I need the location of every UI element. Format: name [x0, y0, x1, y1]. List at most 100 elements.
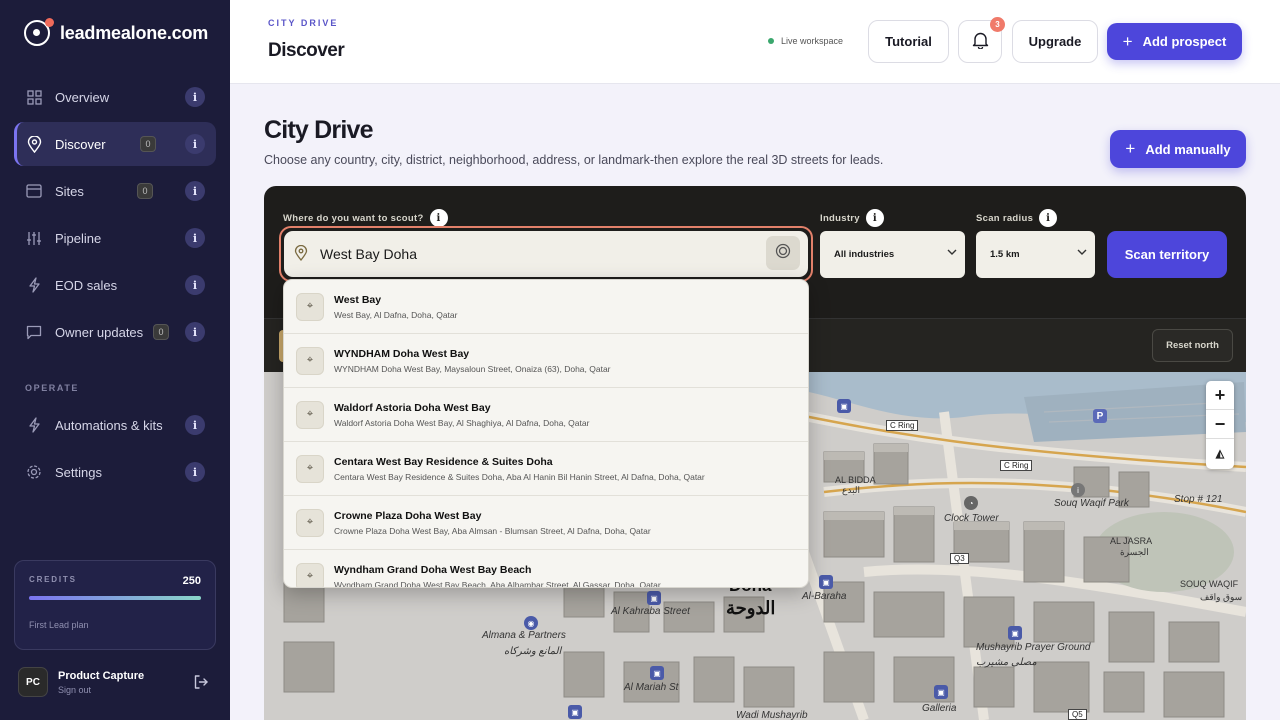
bus-stop-icon[interactable]: ▣	[568, 705, 582, 719]
radius-label-text: Scan radius	[976, 212, 1034, 224]
zoom-in-button[interactable]: +	[1206, 381, 1234, 410]
compass-icon[interactable]: ◭	[1206, 439, 1234, 468]
bus-stop-icon[interactable]: ▣	[934, 685, 948, 699]
map-pin-icon	[25, 135, 43, 153]
info-point-icon[interactable]: i	[1071, 483, 1085, 497]
info-icon[interactable]: i	[185, 275, 205, 295]
road-label: Q3	[950, 553, 969, 564]
lightning-icon	[25, 416, 43, 434]
list-item[interactable]: ⌖ WYNDHAM Doha West Bay WYNDHAM Doha West…	[284, 334, 808, 388]
location-label: Where do you want to scout? i	[283, 209, 448, 227]
location-target-icon: ⌖	[296, 346, 324, 375]
notifications-button[interactable]: 3	[958, 17, 1005, 63]
info-icon[interactable]: i	[429, 209, 448, 227]
sidebar-item-label: Owner updates	[55, 324, 144, 340]
sidebar-item-label: Automations & kits	[55, 417, 163, 433]
add-prospect-button[interactable]: + Add prospect	[1107, 23, 1242, 60]
info-icon[interactable]: i	[185, 415, 205, 435]
list-item[interactable]: ⌖ Wyndham Grand Doha West Bay Beach Wyndh…	[284, 550, 808, 587]
sidebar-item-sites[interactable]: Sites 0 i	[14, 169, 216, 213]
bus-stop-icon[interactable]: ▣	[837, 399, 851, 413]
section-title: City Drive	[264, 116, 374, 144]
map-label: Mushayrib Prayer Ground	[976, 642, 1091, 653]
list-item[interactable]: ⌖ Centara West Bay Residence & Suites Do…	[284, 442, 808, 496]
suggestion-title: Crowne Plaza Doha West Bay	[334, 509, 482, 522]
status-text: Live workspace	[781, 36, 844, 46]
radius-select[interactable]: 1.5 km	[976, 231, 1095, 278]
suggestion-title: West Bay	[334, 293, 382, 306]
industry-label-text: Industry	[820, 212, 860, 224]
info-icon[interactable]: i	[185, 228, 205, 248]
avatar: PC	[18, 667, 48, 697]
info-icon[interactable]: i	[185, 181, 205, 201]
plus-icon: +	[1122, 31, 1133, 51]
location-label-text: Where do you want to scout?	[283, 212, 424, 224]
bus-stop-icon[interactable]: ▣	[650, 666, 664, 680]
page-title: Discover	[268, 40, 345, 61]
sidebar-item-pipeline[interactable]: Pipeline i	[14, 216, 216, 260]
shopping-icon[interactable]: ◉	[524, 616, 538, 630]
user-profile[interactable]: PC Product Capture Sign out	[18, 667, 144, 697]
sidebar-item-discover[interactable]: Discover 0 i	[14, 122, 216, 166]
tutorial-button[interactable]: Tutorial	[868, 20, 949, 63]
info-icon[interactable]: i	[185, 462, 205, 482]
credits-progress-bar	[29, 596, 201, 600]
sliders-icon	[25, 229, 43, 247]
sidebar-item-overview[interactable]: Overview i	[14, 75, 216, 119]
section-label-operate: OPERATE	[25, 383, 80, 393]
map-label: SOUQ WAQIF	[1180, 579, 1239, 589]
list-item[interactable]: ⌖ Crowne Plaza Doha West Bay Crowne Plaza…	[284, 496, 808, 550]
sidebar-item-label: Sites	[55, 183, 84, 199]
bus-stop-icon[interactable]: ▣	[647, 591, 661, 605]
suggestion-subtitle: Centara West Bay Residence & Suites Doha…	[334, 471, 705, 482]
upgrade-button[interactable]: Upgrade	[1012, 20, 1098, 63]
road-label: C Ring	[1000, 460, 1033, 471]
bus-stop-icon[interactable]: ▣	[1008, 626, 1022, 640]
map-label: Wadi Mushayrib	[736, 710, 808, 720]
parking-icon[interactable]: P	[1093, 409, 1107, 423]
scan-territory-button[interactable]: Scan territory	[1107, 231, 1227, 278]
brand-logo[interactable]: leadmealone.com	[24, 18, 208, 46]
map-label: Al Kahraba Street	[611, 606, 690, 617]
bus-stop-icon[interactable]: ▣	[819, 575, 833, 589]
info-icon[interactable]: i	[185, 322, 205, 342]
add-manually-button[interactable]: + Add manually	[1110, 130, 1246, 168]
sidebar-item-label: EOD sales	[55, 277, 118, 293]
list-item[interactable]: ⌖ West Bay West Bay, Al Dafna, Doha, Qata…	[284, 280, 808, 334]
info-icon[interactable]: i	[185, 134, 205, 154]
info-icon[interactable]: i	[1039, 209, 1058, 227]
message-icon	[25, 323, 43, 341]
map-label: مصلى مشيرب	[976, 657, 1037, 668]
sidebar-item-settings[interactable]: Settings i	[14, 450, 216, 494]
map-label: Stop # 121	[1174, 494, 1223, 505]
sidebar-item-eod-sales[interactable]: EOD sales i	[14, 263, 216, 307]
suggestion-title: WYNDHAM Doha West Bay	[334, 347, 470, 360]
industry-select[interactable]: All industries	[820, 231, 965, 278]
reset-north-button[interactable]: Reset north	[1152, 329, 1233, 362]
list-item[interactable]: ⌖ Waldorf Astoria Doha West Bay Waldorf A…	[284, 388, 808, 442]
logout-icon[interactable]	[193, 674, 209, 695]
sign-out-link[interactable]: Sign out	[58, 685, 144, 695]
zoom-out-button[interactable]: −	[1206, 410, 1234, 439]
sidebar-item-label: Pipeline	[55, 230, 102, 246]
sidebar-item-label: Discover	[55, 136, 106, 152]
browser-window-icon	[25, 182, 43, 200]
map-label: Souq Waqif Park	[1054, 498, 1129, 509]
map-label: المانع وشركاه	[504, 646, 562, 657]
location-search-input[interactable]	[320, 246, 740, 262]
locate-me-button[interactable]	[766, 236, 800, 270]
count-badge: 0	[140, 136, 156, 152]
chevron-down-icon	[947, 248, 957, 259]
map-label: Al-Baraha	[802, 591, 847, 602]
sidebar-item-automations[interactable]: Automations & kits i	[14, 403, 216, 447]
add-manually-label: Add manually	[1145, 141, 1231, 157]
count-badge: 0	[153, 324, 169, 340]
landmark-icon[interactable]: ◔	[964, 496, 978, 510]
plus-icon: +	[1125, 139, 1136, 158]
map-label: الجسرة	[1120, 547, 1149, 557]
sidebar-item-owner-updates[interactable]: Owner updates 0 i	[14, 310, 216, 354]
target-icon	[775, 243, 791, 264]
info-icon[interactable]: i	[865, 209, 884, 227]
info-icon[interactable]: i	[185, 87, 205, 107]
map-label: Almana & Partners	[482, 630, 566, 641]
